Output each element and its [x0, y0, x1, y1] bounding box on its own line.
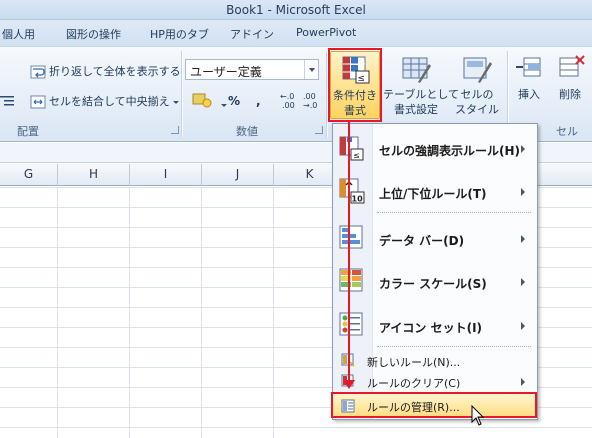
- chevron-down-icon[interactable]: [172, 100, 179, 104]
- tab-powerpivot[interactable]: PowerPivot: [296, 26, 356, 39]
- accounting-icon: [192, 93, 212, 108]
- alignment-group-label: 配置: [17, 125, 39, 138]
- insert-cells-icon: [516, 57, 541, 77]
- mouse-cursor-icon: [471, 405, 485, 426]
- color-scales-icon: [339, 268, 363, 292]
- submenu-arrow-icon: [521, 322, 525, 330]
- submenu-arrow-icon: [521, 188, 525, 196]
- number-format-value: ユーザー定義: [190, 65, 262, 79]
- conditional-formatting-menu: ≤ セルの強調表示ルール(H) 10 上位/下位ルール(T) データ バー(D): [331, 123, 538, 420]
- alignment-launcher-icon[interactable]: [171, 126, 179, 134]
- cell-styles-button[interactable]: セルの スタイル: [450, 51, 504, 119]
- number-launcher-icon[interactable]: [315, 126, 323, 134]
- svg-text:10: 10: [352, 195, 364, 204]
- delete-label: 削除: [559, 88, 581, 101]
- indent-icon[interactable]: [0, 95, 14, 110]
- grid-line: [201, 187, 202, 438]
- decrease-decimal-icon: .00→.0: [303, 92, 317, 110]
- number-format-select[interactable]: ユーザー定義: [185, 59, 319, 80]
- cells-group-label: セル: [556, 125, 578, 138]
- tab-personal[interactable]: 個人用: [2, 26, 35, 42]
- grid-line: [57, 187, 58, 438]
- column-header-g[interactable]: G: [0, 164, 58, 186]
- menu-item-label: ルールの管理(R)...: [367, 401, 460, 414]
- svg-text:.00: .00: [282, 101, 295, 109]
- delete-button[interactable]: 削除: [550, 51, 590, 119]
- menu-item-label: ルールのクリア(C): [367, 377, 461, 390]
- svg-text:←.0: ←.0: [280, 92, 294, 101]
- tab-shape-ops[interactable]: 図形の操作: [66, 26, 121, 42]
- icon-sets-icon: [339, 312, 363, 336]
- menu-item-label: セルの強調表示ルール(H): [379, 144, 521, 158]
- submenu-arrow-icon: [521, 378, 525, 386]
- merge-center-button[interactable]: セルを結合して中央揃え: [30, 93, 179, 109]
- comma-button[interactable]: ,: [256, 94, 261, 108]
- column-header-h[interactable]: H: [58, 164, 130, 186]
- chevron-down-icon[interactable]: [220, 103, 227, 107]
- accounting-format-button[interactable]: [192, 92, 227, 111]
- top-bottom-rules-icon: 10: [339, 178, 365, 204]
- cell-styles-label: セルの スタイル: [455, 88, 499, 116]
- menu-item-top-bottom-rules[interactable]: 10 上位/下位ルール(T): [333, 172, 537, 212]
- merge-center-icon: [30, 95, 46, 109]
- menu-item-data-bars[interactable]: データ バー(D): [333, 219, 537, 259]
- menu-item-icon-sets[interactable]: アイコン セット(I): [333, 306, 537, 346]
- submenu-arrow-icon: [521, 278, 525, 286]
- menu-item-new-rule[interactable]: 新しいルール(N)...: [333, 350, 537, 370]
- column-header-j[interactable]: J: [202, 164, 274, 186]
- wrap-text-icon: [30, 65, 46, 79]
- menu-item-manage-rules[interactable]: ルールの管理(R)...: [331, 392, 537, 418]
- menu-item-label: カラー スケール(S): [379, 277, 487, 291]
- svg-text:≤: ≤: [353, 151, 360, 160]
- submenu-arrow-icon: [521, 145, 525, 153]
- menu-item-label: データ バー(D): [379, 234, 465, 248]
- increase-decimal-icon: ←.0.00: [280, 92, 295, 110]
- annotation-arrow-head: [343, 380, 355, 389]
- ribbon-tabs: 個人用 図形の操作 HP用のタブ アドイン PowerPivot: [0, 20, 592, 46]
- highlight-rules-icon: ≤: [339, 136, 364, 161]
- menu-separator: [377, 346, 531, 347]
- increase-decimal-button[interactable]: ←.0.00: [280, 91, 300, 111]
- submenu-arrow-icon: [521, 235, 525, 243]
- annotation-arrow: [348, 120, 350, 384]
- merge-center-label: セルを結合して中央揃え: [49, 95, 170, 108]
- wrap-text-button[interactable]: 折り返して全体を表示する: [30, 63, 181, 79]
- menu-item-label: 上位/下位ルール(T): [379, 187, 487, 201]
- number-group-label: 数値: [236, 125, 258, 138]
- format-table-icon: [402, 57, 431, 83]
- menu-item-color-scales[interactable]: カラー スケール(S): [333, 262, 537, 302]
- grid-line: [273, 187, 274, 438]
- format-as-table-button[interactable]: テーブルとして 書式設定: [383, 51, 460, 119]
- menu-item-highlight-rules[interactable]: ≤ セルの強調表示ルール(H): [333, 130, 537, 168]
- decrease-decimal-button[interactable]: .00 →.0: [303, 91, 323, 111]
- data-bars-icon: [339, 225, 363, 249]
- column-header-i[interactable]: I: [130, 164, 202, 186]
- group-divider: [181, 51, 182, 137]
- tab-addins[interactable]: アドイン: [230, 26, 274, 42]
- format-as-table-label: テーブルとして 書式設定: [383, 88, 460, 116]
- cell-styles-icon: [463, 57, 492, 83]
- grid-line: [129, 187, 130, 438]
- menu-item-clear-rules[interactable]: ルールのクリア(C): [333, 371, 537, 391]
- svg-text:.00: .00: [303, 92, 316, 101]
- percent-button[interactable]: %: [228, 94, 240, 108]
- svg-text:→.0: →.0: [303, 101, 317, 109]
- group-divider: [326, 51, 327, 137]
- menu-item-label: アイコン セット(I): [379, 321, 483, 335]
- title-bar: Book1 - Microsoft Excel: [0, 0, 592, 20]
- manage-rules-icon: [341, 399, 355, 413]
- window-title: Book1 - Microsoft Excel: [226, 3, 366, 17]
- tab-hp[interactable]: HP用のタブ: [150, 26, 209, 42]
- conditional-formatting-highlight: [328, 48, 382, 122]
- insert-button[interactable]: 挿入: [510, 51, 548, 119]
- delete-cells-icon: [559, 55, 585, 77]
- menu-item-label: 新しいルール(N)...: [367, 356, 461, 369]
- insert-label: 挿入: [518, 88, 540, 101]
- menu-separator: [377, 212, 531, 213]
- wrap-text-label: 折り返して全体を表示する: [49, 65, 181, 78]
- chevron-down-icon[interactable]: [304, 60, 318, 79]
